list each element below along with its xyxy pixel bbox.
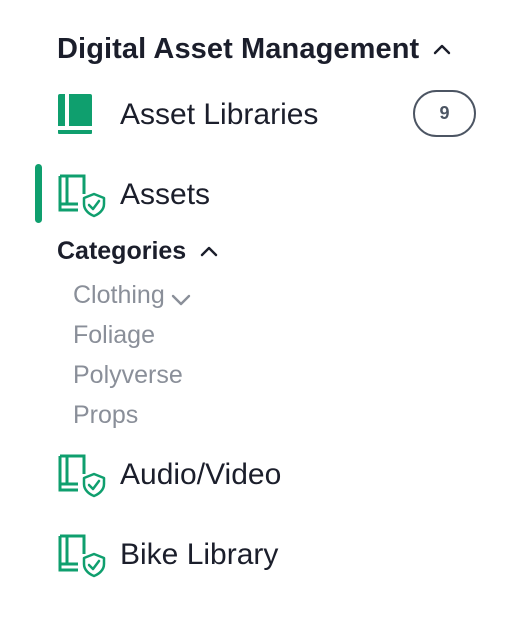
category-label: Clothing bbox=[73, 281, 165, 309]
category-item-props[interactable]: Props bbox=[73, 401, 138, 430]
section-title: Digital Asset Management bbox=[57, 33, 420, 65]
sidebar-nav: Digital Asset Management Asset Libraries… bbox=[0, 0, 524, 617]
categories-title: Categories bbox=[57, 237, 187, 265]
chevron-down-icon bbox=[171, 287, 190, 305]
category-label: Props bbox=[73, 401, 139, 429]
active-indicator bbox=[35, 164, 42, 223]
book-icon bbox=[56, 92, 100, 138]
category-item-clothing[interactable]: Clothing bbox=[73, 281, 190, 310]
section-header-digital-asset-management[interactable]: Digital Asset Management bbox=[57, 33, 451, 66]
chevron-up-icon bbox=[433, 41, 451, 59]
nav-item-label: Audio/Video bbox=[120, 458, 282, 491]
nav-item-assets[interactable]: Assets bbox=[56, 172, 210, 218]
nav-item-label: Asset Libraries bbox=[120, 98, 319, 131]
category-item-foliage[interactable]: Foliage bbox=[73, 321, 155, 350]
category-item-polyverse[interactable]: Polyverse bbox=[73, 361, 183, 390]
book-shield-icon bbox=[56, 532, 106, 578]
book-shield-icon bbox=[56, 452, 106, 498]
chevron-up-icon bbox=[200, 243, 218, 261]
nav-item-asset-libraries[interactable]: Asset Libraries bbox=[56, 92, 318, 138]
categories-header[interactable]: Categories bbox=[57, 237, 218, 266]
nav-item-audio-video[interactable]: Audio/Video bbox=[56, 452, 281, 498]
count-badge: 9 bbox=[413, 90, 476, 137]
nav-item-bike-library[interactable]: Bike Library bbox=[56, 532, 278, 578]
book-shield-icon bbox=[56, 172, 106, 218]
category-label: Foliage bbox=[73, 321, 155, 349]
nav-item-label: Bike Library bbox=[120, 538, 279, 571]
nav-item-label: Assets bbox=[120, 178, 211, 211]
category-label: Polyverse bbox=[73, 361, 183, 389]
